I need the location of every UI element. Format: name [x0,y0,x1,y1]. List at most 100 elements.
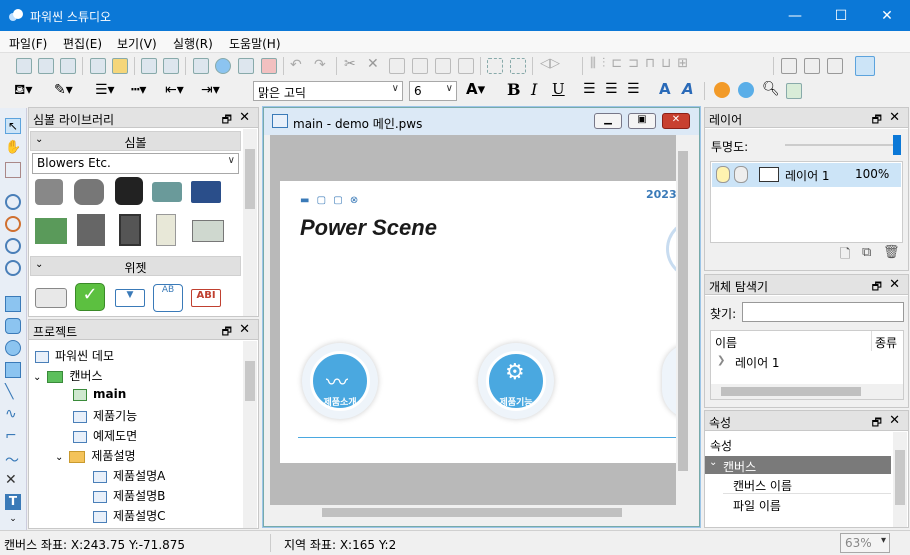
minimize-button[interactable]: — [772,0,818,31]
col-name-header[interactable]: 이름 [715,334,737,351]
export-icon[interactable] [786,83,802,99]
tree-item-examples[interactable]: 예제도면 [73,427,137,444]
close-icon[interactable]: ✕ [239,322,250,337]
object-row-layer[interactable]: 레이어 1 [735,354,780,371]
close-icon[interactable]: ✕ [889,110,900,125]
copy-layer-icon[interactable]: ⧉ [862,245,871,260]
zoom-out-icon[interactable] [5,216,21,232]
pin-icon[interactable]: 🗗 [872,414,882,433]
close-icon[interactable]: ✕ [889,277,900,292]
text-tool-icon[interactable]: T [5,494,21,510]
zoom-fit-icon[interactable] [5,238,21,254]
tree-item-features[interactable]: 제품기능 [73,407,137,424]
align-right-icon[interactable]: ☰ [627,81,640,97]
widget-checkbox[interactable]: ✓ [75,283,105,311]
flip-h-icon[interactable]: ◁▷ [540,56,560,71]
italic-icon[interactable]: I [531,80,537,99]
symbol-unit-3[interactable] [119,214,141,246]
close-icon[interactable]: ✕ [239,110,250,125]
tree-project-root[interactable]: 파워씬 데모 [35,347,114,364]
prop-canvas-name[interactable]: 캔버스 이름 [733,477,792,494]
save-icon[interactable] [141,58,157,74]
align-icons[interactable]: ⫼⫶⊏⊐⊓⊔⊞ [590,56,694,71]
section-widgets[interactable]: ⌄ 위젯 [30,256,241,276]
node-tool-icon[interactable]: ✕ [5,472,21,488]
zoom-combo[interactable]: 63% ▾ [840,533,890,553]
object-hscroll[interactable] [711,384,903,399]
align-center-icon[interactable]: ☰ [605,81,618,97]
layer-row[interactable]: 레이어 1 100% [712,163,901,187]
find-input[interactable] [742,302,904,322]
close-button[interactable]: ✕ [864,0,910,31]
underline-icon[interactable]: U [552,80,565,98]
polyline-tool-icon[interactable]: ∿ [5,406,21,422]
symbol-blower-3[interactable] [115,177,143,205]
duplicate-icon[interactable] [458,58,474,74]
doc-vscroll[interactable] [676,135,690,505]
project-scrollbar[interactable] [243,341,257,528]
partial-button[interactable] [662,343,676,419]
chevron-right-icon[interactable]: ❯ [717,355,725,366]
visible-icon[interactable] [716,166,730,183]
zoom-actual-icon[interactable] [5,260,21,276]
undo-icon[interactable]: ↶ [290,57,302,73]
delete-page-icon[interactable] [261,58,277,74]
tree-item-desc-c[interactable]: 제품설명C [93,507,166,524]
align-left-icon[interactable]: ☰ [583,81,596,97]
curve-tool-icon[interactable]: 〜 [5,450,21,469]
doc-close-button[interactable]: ✕ [662,113,690,129]
symbol-unit-2[interactable] [77,214,105,246]
more-tools-icon[interactable]: ⌄ [5,514,21,530]
paste-icon[interactable] [412,58,428,74]
pin-icon[interactable]: 🗗 [872,278,882,297]
symbol-unit-4[interactable] [156,214,176,246]
symbol-blower-2[interactable] [74,179,104,205]
tree-item-main[interactable]: main [73,387,126,401]
symbol-scrollbar[interactable] [243,129,257,316]
tree-item-desc-b[interactable]: 제품설명B [93,487,165,504]
menu-help[interactable]: 도움말(H) [229,35,281,52]
section-symbols[interactable]: ⌄ 심볼 [30,131,241,151]
new-layer-icon[interactable]: 🗋 [840,245,850,267]
pin-icon[interactable]: 🗗 [222,111,232,130]
delete-icon[interactable]: ✕ [367,56,379,72]
cut-icon[interactable]: ✂ [344,56,356,72]
preview-icon[interactable] [238,58,254,74]
bold-icon[interactable]: B [507,80,521,99]
open-folder-icon[interactable] [112,58,128,74]
ellipse-tool-icon[interactable] [5,340,21,356]
maximize-button[interactable]: ☐ [818,0,864,31]
tree-canvas-folder[interactable]: ⌄ 캔버스 [33,367,103,384]
prop-file-name[interactable]: 파일 이름 [733,497,781,514]
new-page-icon[interactable] [38,58,54,74]
select-tool-icon[interactable]: ↖ [5,118,21,134]
zoom-in-icon[interactable] [5,194,21,210]
tree-item-description-folder[interactable]: ⌄ 제품설명 [55,447,136,464]
roundrect-tool-icon[interactable] [5,318,21,334]
group-icon[interactable] [487,58,503,74]
zoom-tool-icon[interactable]: 🔍︎ [762,81,780,97]
connector-tool-icon[interactable]: ⌐ [5,428,21,444]
menu-edit[interactable]: 편집(E) [63,35,102,52]
polygon-tool-icon[interactable] [5,362,21,378]
font-shrink-icon[interactable]: A [682,80,694,98]
paste-special-icon[interactable] [435,58,451,74]
symbol-blower-4[interactable] [152,182,182,202]
layer-color-swatch[interactable] [759,167,779,182]
send-back-icon[interactable] [804,58,820,74]
product-features-button[interactable]: 제품기능 ⚙ [478,343,554,419]
order-icon[interactable] [827,58,843,74]
fill-color-icon[interactable]: ⛾▾ [14,82,32,100]
tree-item-desc-a[interactable]: 제품설명A [93,467,165,484]
symbol-unit-5[interactable] [192,220,224,242]
menu-file[interactable]: 파일(F) [9,35,47,52]
trash-icon[interactable]: 🗑︎ [883,245,900,260]
doc-minimize-button[interactable]: ▁ [594,113,622,129]
line-color-icon[interactable]: ✎▾ [54,82,73,98]
pin-icon[interactable]: 🗗 [222,323,232,342]
chevron-down-icon[interactable]: ⌄ [55,452,63,463]
line-width-icon[interactable]: ☰▾ [95,82,115,98]
ungroup-icon[interactable] [510,58,526,74]
copy-icon[interactable] [389,58,405,74]
chevron-down-icon[interactable]: ⌄ [33,372,41,383]
